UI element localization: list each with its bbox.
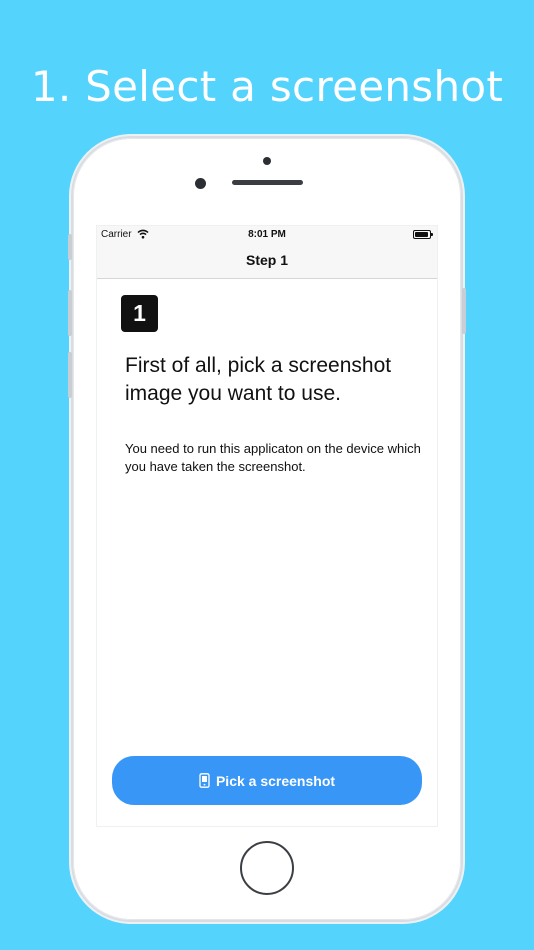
power-button xyxy=(462,288,466,334)
volume-down-button xyxy=(68,352,72,398)
step-number-badge: 1 xyxy=(121,295,158,332)
phone-frame: Carrier 8:01 PM Step 1 1 First of all, p… xyxy=(68,138,466,920)
mute-switch xyxy=(68,234,72,260)
instruction-headline: First of all, pick a screenshot image yo… xyxy=(125,354,392,405)
promo-title: 1. Select a screenshot xyxy=(30,62,504,111)
battery-icon xyxy=(413,230,433,239)
front-camera xyxy=(195,178,206,189)
device-screen: Carrier 8:01 PM Step 1 1 First of all, p… xyxy=(97,226,437,826)
phone-icon xyxy=(199,773,210,788)
instruction-description: You need to run this applicaton on the d… xyxy=(125,441,421,474)
pick-screenshot-button[interactable]: Pick a screenshot xyxy=(112,756,422,805)
home-button[interactable] xyxy=(240,841,294,895)
status-time: 8:01 PM xyxy=(248,229,286,240)
nav-title: Step 1 xyxy=(245,252,288,268)
navigation-bar: Step 1 xyxy=(97,244,437,279)
pick-screenshot-label: Pick a screenshot xyxy=(215,772,336,789)
status-bar: Carrier 8:01 PM xyxy=(97,226,437,244)
proximity-sensor xyxy=(263,157,271,165)
volume-up-button xyxy=(68,290,72,336)
earpiece-speaker xyxy=(232,180,303,185)
